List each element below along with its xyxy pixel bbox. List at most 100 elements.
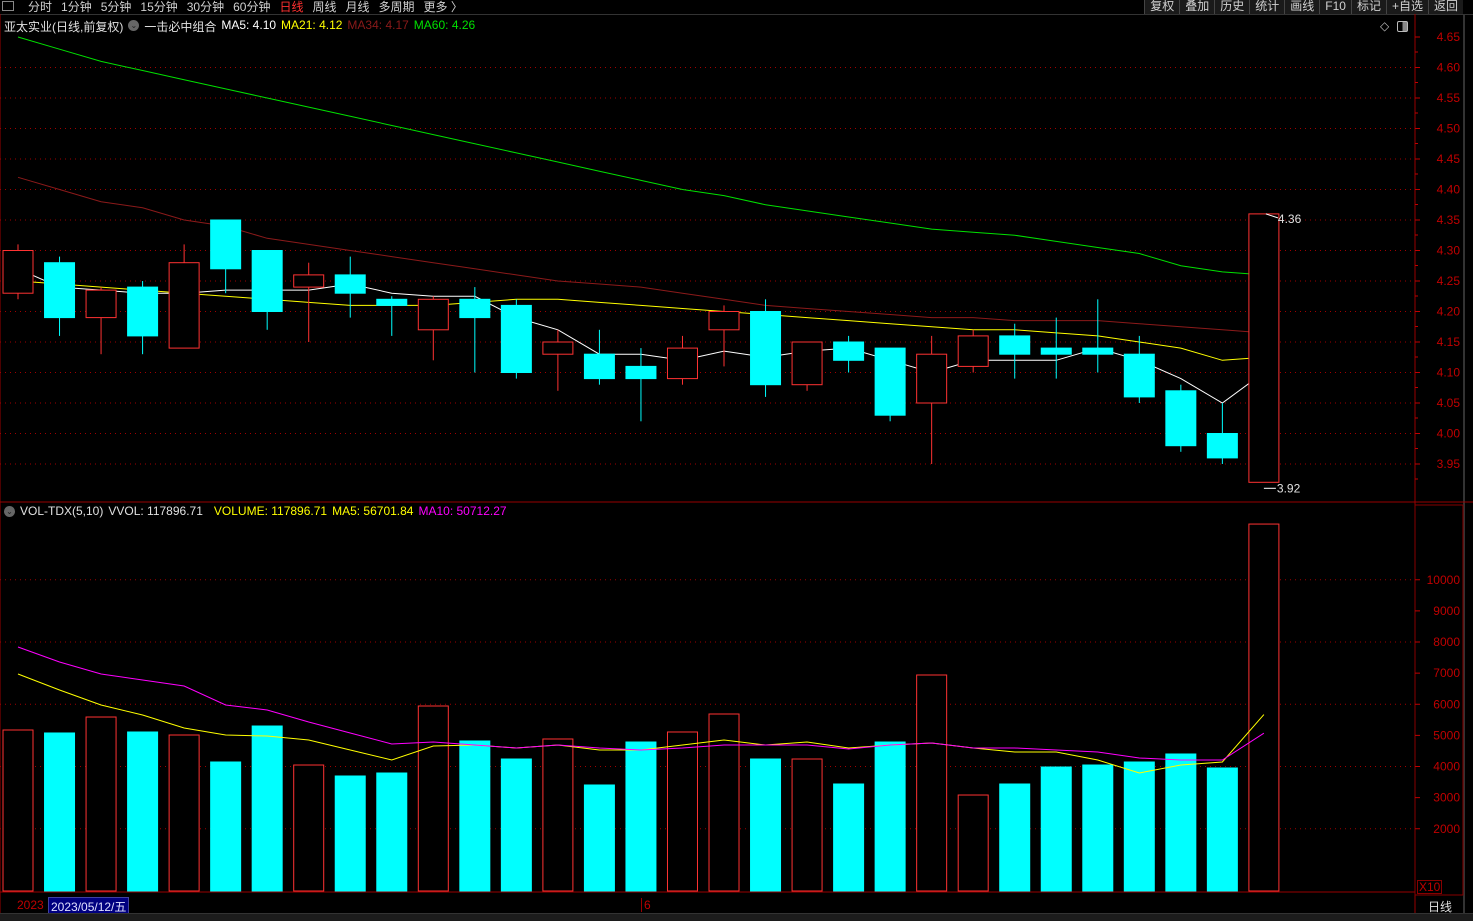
- volume-value: VOLUME: 117896.71: [213, 504, 328, 518]
- panel-toggle-icon[interactable]: [1397, 21, 1409, 32]
- price-tick-label: 4.60: [1437, 61, 1461, 75]
- ma-line-ma34: [17, 176, 1264, 334]
- price-tick-label: 4.25: [1437, 274, 1461, 288]
- diamond-icon[interactable]: ◇: [1380, 19, 1389, 33]
- volume-bar: [417, 705, 449, 892]
- candle-up: [916, 353, 948, 404]
- volume-bar: [168, 734, 200, 892]
- volume-bar: [127, 731, 159, 892]
- candle-down: [1206, 433, 1238, 459]
- price-tick-label: 4.35: [1437, 213, 1461, 227]
- chevron-down-circle-icon[interactable]: ⌄: [4, 506, 15, 517]
- price-tick-label: 4.10: [1437, 366, 1461, 380]
- candle-up: [293, 274, 325, 288]
- candle-up: [417, 298, 449, 331]
- volume-bar: [1123, 761, 1155, 892]
- volume-bar: [459, 740, 491, 892]
- candle-up: [2, 250, 34, 294]
- vvol-value: VVOL: 117896.71: [108, 504, 203, 518]
- volume-bar: [2, 729, 34, 892]
- corner-icons: ◇: [1380, 19, 1409, 33]
- low-price-label: 3.92: [1277, 481, 1301, 495]
- candle-down: [334, 274, 366, 294]
- volume-tick-label: 7000: [1433, 666, 1460, 680]
- volume-bar: [1248, 523, 1280, 892]
- vol-ma10-value: MA10: 50712.27: [418, 504, 507, 518]
- volume-bar: [334, 775, 366, 892]
- volume-bar: [1165, 753, 1197, 892]
- price-tick-label: 4.40: [1437, 183, 1461, 197]
- candle-up: [791, 341, 823, 386]
- candle-down: [127, 286, 159, 337]
- volume-tick-label: 10000: [1427, 573, 1461, 587]
- candle-down: [1040, 347, 1072, 355]
- high-price-label: 4.36: [1278, 212, 1302, 226]
- volume-bar: [999, 783, 1031, 892]
- volume-bar: [44, 732, 76, 892]
- price-tick-label: 4.15: [1437, 335, 1461, 349]
- candle-down: [999, 335, 1031, 355]
- volume-bar: [376, 772, 408, 892]
- volume-bar: [833, 783, 865, 892]
- date-axis-month: 6: [641, 898, 651, 912]
- volume-bar: [251, 725, 283, 892]
- candle-down: [833, 341, 865, 361]
- candle-up: [168, 262, 200, 349]
- volume-bar: [583, 784, 615, 892]
- price-tick-label: 4.00: [1437, 427, 1461, 441]
- indicator-name[interactable]: 一击必中组合: [144, 18, 216, 35]
- price-tick-label: 4.55: [1437, 91, 1461, 105]
- volume-legend: ⌄ VOL-TDX(5,10) VVOL: 117896.71 VOLUME: …: [4, 504, 507, 518]
- ma21-value: MA21: 4.12: [281, 18, 343, 32]
- volume-tick-label: 8000: [1433, 635, 1460, 649]
- volume-bar: [750, 758, 782, 892]
- candle-up: [708, 311, 740, 331]
- ma60-value: MA60: 4.26: [413, 18, 476, 32]
- candle-up: [85, 289, 117, 319]
- candle-down: [1082, 347, 1114, 355]
- volume-unit-label[interactable]: X10: [1417, 880, 1443, 894]
- date-axis-year: 2023: [17, 898, 44, 912]
- chevron-down-circle-icon[interactable]: ⌄: [128, 20, 140, 31]
- volume-bar: [542, 738, 574, 892]
- volume-tick-label: 6000: [1433, 697, 1460, 711]
- candle-down: [1123, 353, 1155, 398]
- price-tick-label: 4.20: [1437, 305, 1461, 319]
- volume-bar: [791, 758, 823, 892]
- price-tick-label: 4.05: [1437, 396, 1461, 410]
- ma34-value: MA34: 4.17: [347, 18, 409, 32]
- volume-bar: [210, 761, 242, 892]
- volume-bar: [1206, 767, 1238, 892]
- chart-title: 亚太实业(日线,前复权): [4, 20, 124, 34]
- candle-down: [1165, 390, 1197, 447]
- candle-up: [957, 335, 989, 367]
- volume-tick-label: 2000: [1433, 822, 1460, 836]
- volume-bar: [293, 764, 325, 892]
- volume-bar: [1082, 764, 1114, 892]
- volume-tick-label: 3000: [1433, 791, 1460, 805]
- volume-bar: [666, 731, 698, 892]
- candle-down: [376, 298, 408, 306]
- price-tick-label: 4.30: [1437, 244, 1461, 258]
- candle-down: [874, 347, 906, 416]
- candle-down: [750, 311, 782, 386]
- candle-down: [210, 219, 242, 270]
- candle-down: [459, 298, 491, 319]
- volume-indicator-name[interactable]: VOL-TDX(5,10): [20, 504, 103, 518]
- volume-tick-label: 9000: [1433, 604, 1460, 618]
- candle-up: [1248, 213, 1280, 483]
- volume-tick-label: 4000: [1433, 760, 1460, 774]
- volume-tick-label: 5000: [1433, 728, 1460, 742]
- ma-line-ma60: [17, 36, 1264, 276]
- ma5-value: MA5: 4.10: [221, 18, 277, 32]
- volume-bar: [625, 741, 657, 892]
- candle-down: [583, 353, 615, 380]
- volume-bar: [708, 713, 740, 892]
- candle-up: [542, 341, 574, 355]
- chart-canvas[interactable]: 4.65 4.60 4.55 4.50 4.45 4.40 4.35 4.30 4.25 4.20…: [0, 0, 1473, 920]
- candle-down: [500, 304, 532, 373]
- candle-down: [44, 262, 76, 319]
- volume-bar: [500, 758, 532, 892]
- volume-bar: [957, 794, 989, 892]
- price-tick-label: 4.65: [1437, 30, 1461, 44]
